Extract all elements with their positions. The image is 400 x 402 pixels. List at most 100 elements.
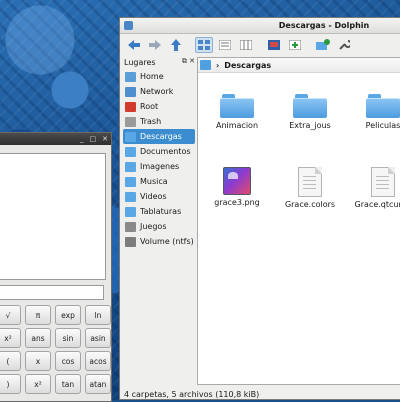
calculator-titlebar[interactable]: _ □ ✕ — [0, 133, 111, 145]
text-file-icon — [298, 167, 322, 197]
file-item[interactable]: grace3.png — [205, 167, 269, 207]
places-item[interactable]: Root — [123, 99, 195, 114]
places-item[interactable]: Home — [123, 69, 195, 84]
calculator-window: _ □ ✕ √ π exp ln x² ans sin asin ( x cos… — [0, 132, 112, 402]
places-item-label: Descargas — [140, 132, 182, 141]
file-item[interactable]: Animacion — [205, 94, 269, 130]
breadcrumb: › Descargas — [198, 58, 400, 73]
dolphin-titlebar[interactable]: Descargas - Dolphin — [120, 18, 400, 34]
file-item-label: Grace.colors — [284, 200, 336, 209]
drive-icon — [125, 236, 136, 247]
places-item-label: Trash — [140, 117, 162, 126]
main-toolbar — [120, 34, 400, 56]
folder-icon — [293, 94, 327, 118]
places-item[interactable]: Musica — [123, 174, 195, 189]
places-item[interactable]: Tablaturas — [123, 204, 195, 219]
forward-button[interactable] — [146, 37, 164, 53]
calc-button-cos[interactable]: cos — [55, 351, 81, 371]
images-folder-icon — [125, 161, 136, 172]
calc-button-atan[interactable]: atan — [85, 374, 111, 394]
minimize-icon[interactable]: _ — [80, 135, 84, 143]
file-item-label: Animacion — [215, 121, 259, 130]
places-item[interactable]: Descargas — [123, 129, 195, 144]
split-button[interactable] — [286, 37, 304, 53]
file-view: › Descargas Animacion Extra_jous Peliculas… — [197, 57, 400, 385]
preview-icon — [268, 40, 280, 50]
columns-view-button[interactable] — [237, 37, 255, 53]
new-folder-icon — [316, 39, 330, 51]
calc-button-multiply[interactable]: x — [25, 351, 51, 371]
breadcrumb-current[interactable]: Descargas — [224, 61, 271, 70]
float-panel-icon[interactable]: ⧉ — [182, 57, 187, 65]
maximize-icon[interactable]: □ — [90, 135, 97, 143]
file-item[interactable]: Extra_jous — [278, 94, 342, 130]
places-item[interactable]: Network — [123, 84, 195, 99]
window-title: Descargas - Dolphin — [278, 21, 370, 30]
new-folder-button[interactable] — [314, 37, 332, 53]
calc-button-asin[interactable]: asin — [85, 328, 111, 348]
text-file-icon — [371, 167, 395, 197]
places-item-label: Documentos — [140, 147, 191, 156]
file-item[interactable]: Peliculas — [351, 94, 400, 130]
panel-controls: ⧉ ✕ — [182, 57, 195, 66]
places-item-label: Musica — [140, 177, 168, 186]
calc-button-exp[interactable]: exp — [55, 305, 81, 325]
places-item[interactable]: Juegos — [123, 219, 195, 234]
places-item[interactable]: Videos — [123, 189, 195, 204]
preview-button[interactable] — [265, 37, 283, 53]
places-list: Home Network Root Trash Descargas Documentos I… — [123, 69, 195, 249]
calc-button-tan[interactable]: tan — [55, 374, 81, 394]
icons-view-icon — [198, 40, 210, 50]
folder-icon — [125, 206, 136, 217]
back-arrow-icon — [127, 39, 141, 51]
details-view-icon — [219, 40, 231, 50]
up-arrow-icon — [170, 38, 182, 52]
calculator-expression-input[interactable] — [0, 285, 104, 300]
calc-button-square[interactable]: x² — [0, 328, 21, 348]
file-item-label: grace3.png — [214, 198, 260, 207]
split-view-icon — [289, 40, 301, 50]
places-panel: Lugares ⧉ ✕ Home Network Root Trash Descarga… — [123, 57, 195, 387]
close-icon[interactable]: ✕ — [102, 135, 108, 143]
calc-button-sqrt[interactable]: √ — [0, 305, 21, 325]
places-panel-title: Lugares — [124, 58, 156, 67]
network-icon — [125, 86, 136, 97]
places-item[interactable]: Trash — [123, 114, 195, 129]
calc-button-power[interactable]: x² — [25, 374, 51, 394]
file-item[interactable]: Grace.qtcurve — [351, 167, 400, 209]
calc-button-ans[interactable]: ans — [25, 328, 51, 348]
calc-button-acos[interactable]: acos — [85, 351, 111, 371]
home-icon[interactable] — [200, 60, 211, 70]
breadcrumb-separator-icon: › — [216, 60, 220, 70]
columns-view-icon — [240, 40, 252, 50]
icons-view-button[interactable] — [195, 37, 213, 53]
calc-button-sin[interactable]: sin — [55, 328, 81, 348]
trash-icon — [125, 116, 136, 127]
places-item-label: Root — [140, 102, 159, 111]
calc-button-ln[interactable]: ln — [85, 305, 111, 325]
videos-folder-icon — [125, 191, 136, 202]
file-item-label: Peliculas — [365, 121, 400, 130]
forward-arrow-icon — [148, 39, 162, 51]
file-item-label: Extra_jous — [289, 121, 331, 130]
calculator-keypad: √ π exp ln x² ans sin asin ( x cos acos … — [0, 305, 111, 394]
calc-button-pi[interactable]: π — [25, 305, 51, 325]
file-item[interactable]: Grace.colors — [278, 167, 342, 209]
music-folder-icon — [125, 176, 136, 187]
home-icon — [125, 71, 136, 82]
settings-button[interactable] — [335, 37, 353, 53]
places-item[interactable]: Documentos — [123, 144, 195, 159]
calc-button-open-paren[interactable]: ( — [0, 351, 21, 371]
close-panel-icon[interactable]: ✕ — [189, 57, 195, 65]
places-item-label: Home — [140, 72, 164, 81]
up-button[interactable] — [167, 37, 185, 53]
places-item[interactable]: Volume (ntfs) — [123, 234, 195, 249]
places-item[interactable]: Imagenes — [123, 159, 195, 174]
calc-button-close-paren[interactable]: ) — [0, 374, 21, 394]
places-item-label: Imagenes — [140, 162, 180, 171]
folder-icon — [220, 94, 254, 118]
root-folder-icon — [125, 101, 136, 112]
back-button[interactable] — [125, 37, 143, 53]
details-view-button[interactable] — [216, 37, 234, 53]
documents-folder-icon — [125, 146, 136, 157]
